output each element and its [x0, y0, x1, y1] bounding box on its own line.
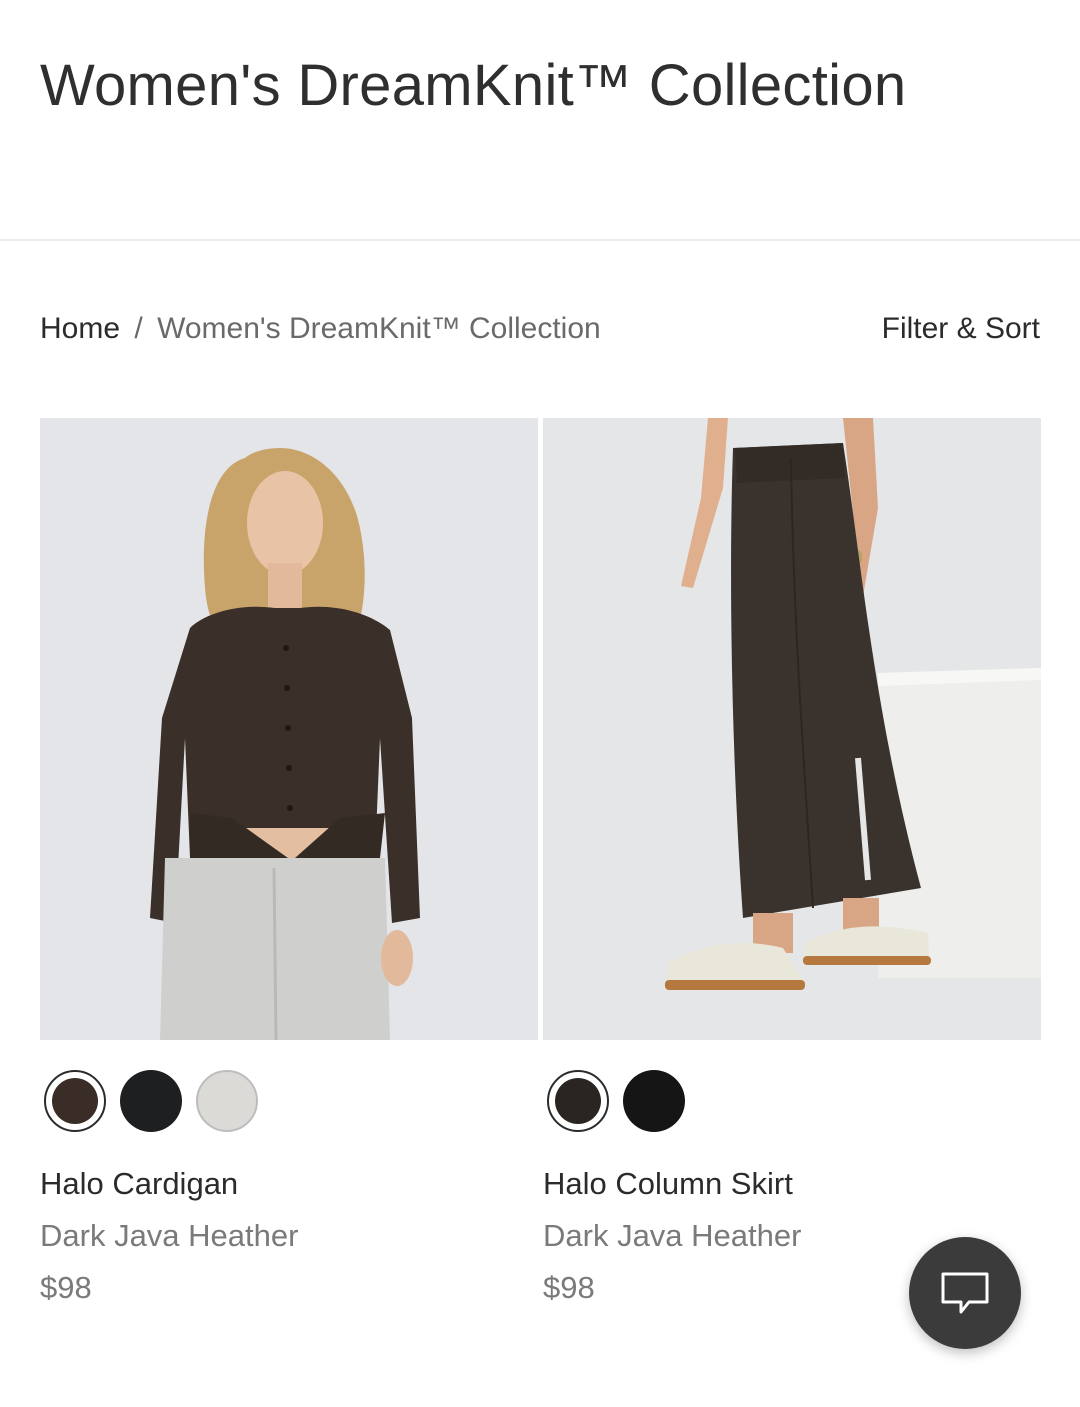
product-price: $98: [40, 1270, 92, 1305]
product-price: $98: [543, 1270, 595, 1305]
breadcrumb-separator: /: [134, 312, 143, 345]
color-swatch-selected[interactable]: [44, 1070, 106, 1132]
color-swatch-selected[interactable]: [547, 1070, 609, 1132]
swatch-color: [555, 1078, 601, 1124]
color-swatch[interactable]: [196, 1070, 258, 1132]
color-swatch[interactable]: [623, 1070, 685, 1132]
chat-button[interactable]: [909, 1237, 1021, 1349]
product-image[interactable]: [543, 418, 1041, 1040]
cardigan-model-image: [40, 418, 538, 1040]
page-title: Women's DreamKnit™ Collection: [40, 53, 907, 118]
product-color: Dark Java Heather: [543, 1218, 802, 1253]
breadcrumb-current: Women's DreamKnit™ Collection: [157, 312, 601, 345]
product-card[interactable]: Halo Cardigan Dark Java Heather $98: [40, 418, 538, 1305]
product-color: Dark Java Heather: [40, 1218, 299, 1253]
chat-bubble-icon: [941, 1272, 989, 1314]
product-name[interactable]: Halo Cardigan: [40, 1166, 238, 1202]
skirt-model-image: [543, 418, 1041, 1040]
product-card[interactable]: Halo Column Skirt Dark Java Heather $98: [543, 418, 1041, 1305]
breadcrumb-home-link[interactable]: Home: [40, 312, 120, 345]
header-divider: [0, 239, 1080, 241]
product-name[interactable]: Halo Column Skirt: [543, 1166, 793, 1202]
product-image[interactable]: [40, 418, 538, 1040]
swatch-color: [52, 1078, 98, 1124]
breadcrumb: Home / Women's DreamKnit™ Collection: [40, 312, 601, 346]
filter-sort-button[interactable]: Filter & Sort: [882, 312, 1040, 346]
color-swatch[interactable]: [120, 1070, 182, 1132]
